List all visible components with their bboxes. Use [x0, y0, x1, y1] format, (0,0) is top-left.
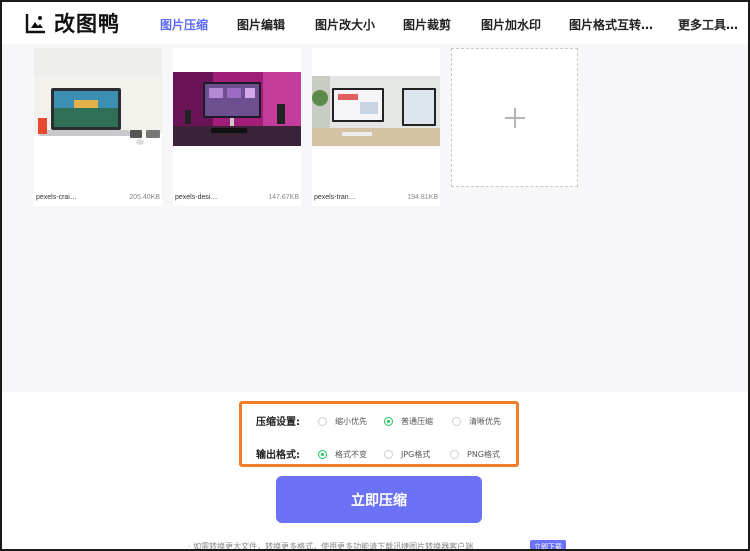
nav-image-watermark[interactable]: 图片加水印 [481, 16, 541, 33]
file-card[interactable]: pexels-crai… 205.40KB [34, 48, 162, 206]
option-label: 清晰优先 [469, 417, 501, 426]
file-card[interactable]: pexels-desi… 147.67KB [173, 48, 301, 206]
nav-image-edit[interactable]: 图片编辑 [237, 16, 285, 33]
file-card[interactable]: pexels-tran… 194.81KB [312, 48, 440, 206]
app-window: 改图鸭 图片压缩 图片编辑 图片改大小 图片裁剪 图片加水印 图片格式互转… 更… [0, 0, 750, 551]
download-client-button[interactable]: 立即下载 [530, 540, 566, 549]
file-size: 194.81KB [407, 194, 438, 201]
nav-image-resize[interactable]: 图片改大小 [315, 16, 375, 33]
image-thumbnail [34, 48, 162, 160]
file-size: 205.40KB [129, 194, 160, 201]
compress-now-button[interactable]: 立即压缩 [276, 476, 482, 523]
file-name: pexels-tran… [314, 194, 356, 201]
nav-image-crop[interactable]: 图片裁剪 [403, 16, 451, 33]
option-keep-format[interactable]: 格式不变 [318, 449, 367, 460]
compress-settings-label: 压缩设置: [256, 416, 300, 428]
radio-normal-compress[interactable] [384, 417, 393, 426]
nav-more-tools[interactable]: 更多工具… [678, 16, 738, 33]
file-size: 147.67KB [268, 194, 299, 201]
file-name: pexels-crai… [36, 194, 77, 201]
logo[interactable]: 改图鸭 [24, 10, 120, 36]
footer-note: · 如需转换更大文件，转换更多格式，使用更多功能请下载迅捷图片转换器客户端 [188, 542, 474, 551]
option-label: 缩小优先 [335, 417, 367, 426]
radio-jpg-format[interactable] [384, 450, 393, 459]
plus-icon [504, 107, 525, 128]
output-format-label: 输出格式: [256, 449, 300, 461]
option-size-priority[interactable]: 缩小优先 [318, 416, 367, 427]
nav-image-compress[interactable]: 图片压缩 [160, 16, 208, 33]
upload-area: pexels-crai… 205.40KB pexels-desi… 147.6… [2, 44, 748, 392]
option-jpg-format[interactable]: JPG格式 [384, 449, 430, 460]
logo-icon [25, 14, 45, 34]
radio-size-priority[interactable] [318, 417, 327, 426]
logo-text: 改图鸭 [54, 12, 120, 36]
option-label: PNG格式 [467, 450, 501, 459]
option-label: 普通压缩 [401, 417, 433, 426]
image-thumbnail [312, 48, 440, 160]
radio-png-format[interactable] [450, 450, 459, 459]
top-header: 改图鸭 图片压缩 图片编辑 图片改大小 图片裁剪 图片加水印 图片格式互转… 更… [2, 2, 748, 44]
compress-mode-row: 压缩设置: [256, 412, 314, 428]
file-name: pexels-desi… [175, 194, 218, 201]
option-png-format[interactable]: PNG格式 [450, 449, 500, 460]
radio-keep-format[interactable] [318, 450, 327, 459]
option-clarity-priority[interactable]: 清晰优先 [452, 416, 501, 427]
output-format-row: 输出格式: [256, 445, 314, 461]
nav-format-convert[interactable]: 图片格式互转… [569, 16, 653, 33]
option-normal-compress[interactable]: 普通压缩 [384, 416, 433, 427]
add-image-button[interactable] [451, 48, 578, 187]
image-thumbnail [173, 48, 301, 160]
compress-settings-panel: 压缩设置: 缩小优先 普通压缩 清晰优先 输出格式: 格式不变 JPG格式 PN… [239, 401, 519, 467]
radio-clarity-priority[interactable] [452, 417, 461, 426]
option-label: 格式不变 [335, 450, 367, 459]
option-label: JPG格式 [401, 450, 431, 459]
